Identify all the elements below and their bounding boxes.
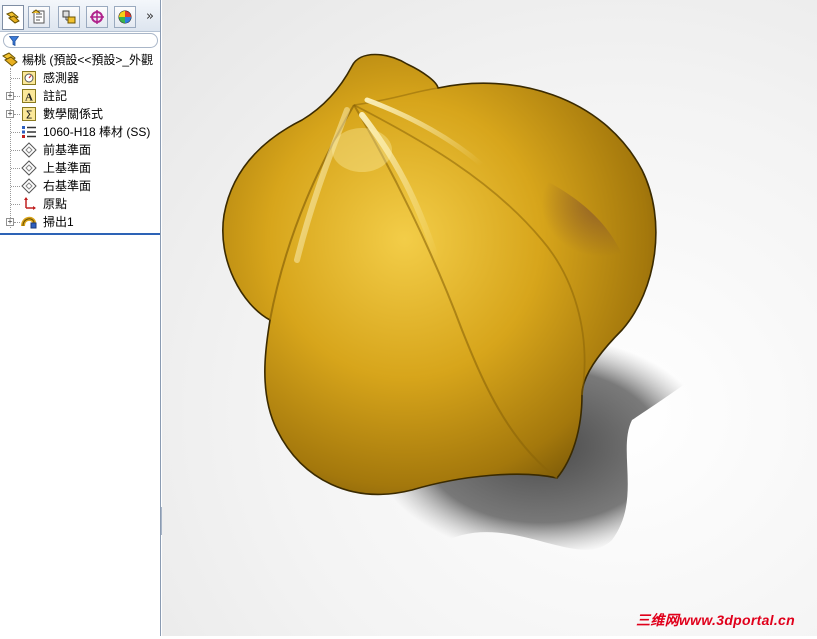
tree-connector [14, 96, 20, 97]
material-icon [22, 126, 36, 138]
tree-connector [11, 132, 20, 133]
propertymanager-tab[interactable] [28, 6, 50, 28]
tree-item-label: 感測器 [43, 71, 80, 85]
featuremanager-tab[interactable] [2, 5, 24, 30]
feature-manager-tabs: » [0, 0, 160, 32]
tree-item-material[interactable]: 1060-H18 棒材 (SS) [0, 123, 160, 141]
model-specular [332, 128, 392, 172]
dimxpert-tab[interactable] [86, 6, 108, 28]
tree-filter-input[interactable] [3, 33, 158, 48]
tree-connector [11, 204, 20, 205]
tree-connector [11, 186, 20, 187]
configurationmanager-tab[interactable] [58, 6, 80, 28]
expand-toggle[interactable]: + [6, 218, 14, 226]
tree-item-label: 原點 [43, 197, 68, 211]
sensor-icon [22, 71, 36, 85]
expand-toggle[interactable]: + [6, 110, 14, 118]
tree-item-top-plane[interactable]: 上基準面 [0, 159, 160, 177]
rollback-bar[interactable] [0, 233, 160, 235]
tree-item-label: 掃出1 [43, 215, 74, 229]
watermark: 三维网www.3dportal.cn [636, 612, 795, 628]
sweep-icon [21, 216, 37, 229]
plane-icon [21, 160, 37, 176]
tree-item-front-plane[interactable]: 前基準面 [0, 141, 160, 159]
filter-icon [9, 36, 19, 46]
plane-icon [21, 142, 37, 158]
tree-connector [14, 114, 20, 115]
tree-item-label: 上基準面 [43, 161, 92, 175]
svg-text:A: A [25, 92, 33, 104]
feature-manager-panel: » 楊桃 (預設<<預設>_外觀 感測器 + A 註記 + Σ 數學關係式 10… [0, 0, 161, 636]
tree-connector [14, 222, 20, 223]
tree-item-equations[interactable]: + Σ 數學關係式 [0, 105, 160, 123]
tree-connector [11, 168, 20, 169]
equations-icon: Σ [22, 107, 36, 122]
expand-toggle[interactable]: + [6, 92, 14, 100]
expand-tabs-button[interactable]: » [143, 9, 157, 25]
tree-connector [11, 78, 20, 79]
tree-item-origin[interactable]: 原點 [0, 195, 160, 213]
dimxpert-icon [90, 10, 104, 24]
tree-item-label: 前基準面 [43, 143, 92, 157]
tree-root-part[interactable]: 楊桃 (預設<<預設>_外觀 [0, 51, 160, 69]
starfruit-model[interactable] [162, 0, 817, 636]
plane-icon [21, 178, 37, 194]
tree-item-sweep[interactable]: + 掃出1 [0, 213, 160, 231]
tree-item-right-plane[interactable]: 右基準面 [0, 177, 160, 195]
svg-text:Σ: Σ [26, 109, 33, 122]
display-manager-icon [118, 10, 132, 24]
configuration-icon [62, 10, 76, 24]
tree-root-label: 楊桃 (預設<<預設>_外觀 [22, 53, 154, 67]
featuremanager-icon [5, 10, 20, 24]
propertymanager-icon [31, 9, 45, 24]
tree-item-label: 數學關係式 [43, 107, 104, 121]
origin-icon [24, 197, 36, 210]
graphics-area[interactable]: 三维网www.3dportal.cn [162, 0, 817, 636]
tree-item-annotations[interactable]: + A 註記 [0, 87, 160, 105]
tree-item-label: 註記 [43, 89, 68, 103]
tree-item-sensors[interactable]: 感測器 [0, 69, 160, 87]
tree-item-label: 1060-H18 棒材 (SS) [43, 125, 151, 139]
annotations-icon: A [22, 89, 36, 104]
tree-item-label: 右基準面 [43, 179, 92, 193]
part-icon [2, 52, 18, 67]
tree-connector [11, 150, 20, 151]
display-manager-tab[interactable] [114, 6, 136, 28]
